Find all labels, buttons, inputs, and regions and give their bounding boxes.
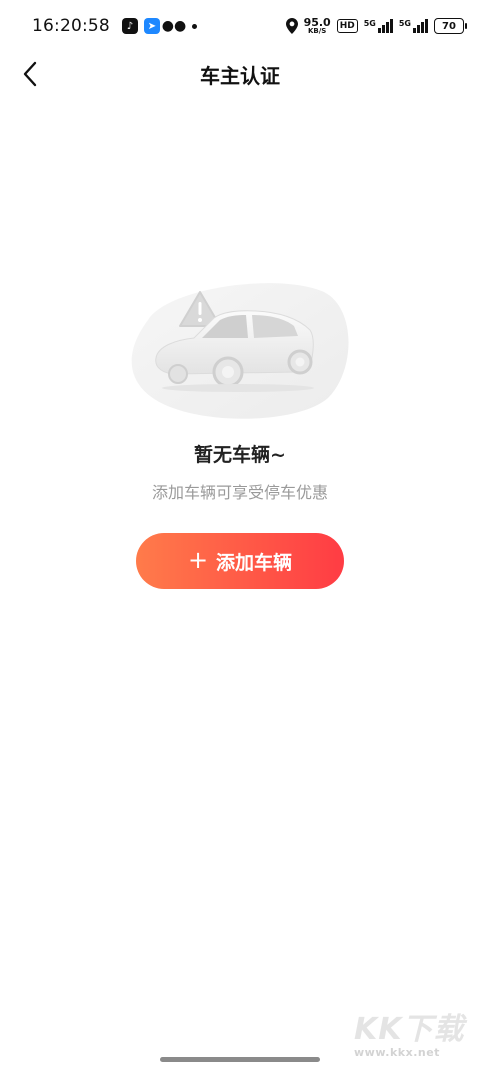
car-owner-verification-screen: 16:20:58 ♪ ➤ ●● 95.0 KB/S HD 5G 5G 70 车主… <box>0 0 480 1072</box>
tiktok-icon: ♪ <box>121 18 138 34</box>
location-icon <box>285 18 298 34</box>
page-title: 车主认证 <box>200 64 280 88</box>
status-indicators: 95.0 KB/S HD 5G 5G 70 <box>285 17 467 35</box>
battery-icon: 70 <box>434 18 467 34</box>
sim2-network-label: 5G <box>398 19 411 28</box>
maps-icon: ➤ <box>143 18 160 34</box>
nav-header: 车主认证 <box>0 52 480 96</box>
signal-sim1-icon: 5G <box>364 19 393 33</box>
network-speed: 95.0 KB/S <box>304 17 331 35</box>
empty-state-subtitle: 添加车辆可享受停车优惠 <box>151 483 328 502</box>
status-time: 16:20:58 <box>32 16 110 36</box>
notification-icons: ♪ ➤ ●● <box>121 18 197 34</box>
hd-voice-badge: HD <box>336 19 358 33</box>
status-bar: 16:20:58 ♪ ➤ ●● 95.0 KB/S HD 5G 5G 70 <box>0 0 480 52</box>
battery-level: 70 <box>442 20 456 32</box>
signal-sim2-icon: 5G <box>399 19 428 33</box>
watermark-url: www.kkx.net <box>354 1046 440 1059</box>
plus-icon: + <box>187 546 209 574</box>
empty-state-title: 暂无车辆~ <box>194 444 286 466</box>
more-notifications-dot <box>191 23 197 29</box>
watermark-main: KK下载 <box>354 1012 465 1047</box>
add-vehicle-button-label: 添加车辆 <box>216 551 293 574</box>
sim1-network-label: 5G <box>363 19 376 28</box>
network-speed-unit: KB/S <box>307 27 327 35</box>
watermark-logo: KK下载 www.kkx.net <box>354 1014 466 1068</box>
car-with-warning-illustration <box>131 283 349 419</box>
wechat-icon: ●● <box>161 18 187 34</box>
home-indicator[interactable] <box>160 1057 320 1062</box>
add-vehicle-button[interactable]: + 添加车辆 <box>136 533 344 589</box>
